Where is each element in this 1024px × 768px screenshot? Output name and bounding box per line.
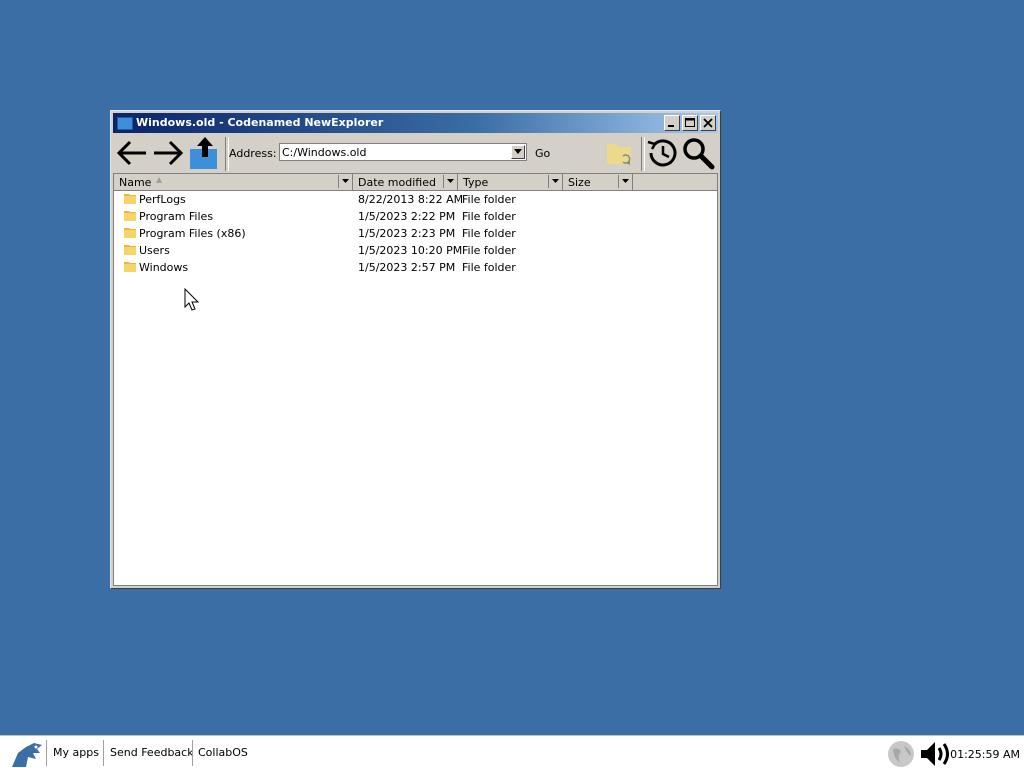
mouse-cursor-icon [184,288,200,311]
title-bar[interactable]: Windows.old - Codenamed NewExplorer [113,113,718,133]
minimize-button[interactable] [664,115,680,131]
file-date: 8/22/2013 8:22 AM [358,193,464,206]
taskbar-divider [103,740,104,766]
my-apps-button[interactable]: My apps [53,746,99,759]
search-button[interactable] [681,135,715,171]
clock: 01:25:59 AM [950,748,1020,761]
column-date-label: Date modified [358,176,436,189]
column-type[interactable]: Type [458,174,563,190]
file-name: PerfLogs [139,193,186,206]
chevron-down-icon [514,149,522,154]
address-dropdown-button[interactable] [511,145,525,159]
history-icon [647,139,677,167]
close-icon [703,118,713,128]
file-name: Program Files (x86) [139,227,246,240]
up-folder-button[interactable] [187,135,221,171]
file-name: Windows [139,261,189,274]
folder-icon [117,117,133,130]
folder-icon [124,245,136,255]
folder-icon [124,228,136,238]
toolbar: Address: Go [113,135,718,173]
column-size[interactable]: Size [563,174,633,190]
column-date-dropdown[interactable] [443,175,456,188]
file-row[interactable]: Program Files 1/5/2023 2:22 PM File fold… [114,208,534,225]
file-date: 1/5/2023 10:20 PM [358,244,463,257]
column-size-label: Size [568,176,591,189]
minimize-icon [668,125,674,127]
start-logo-icon[interactable] [6,739,44,768]
taskbar-divider [46,740,47,766]
file-row[interactable]: Users 1/5/2023 10:20 PM File folder [114,242,534,259]
address-bar[interactable] [279,143,527,161]
close-button[interactable] [700,115,716,131]
file-row[interactable]: PerfLogs 8/22/2013 8:22 AM File folder [114,191,534,208]
sort-ascending-icon: ▲ [156,175,163,184]
column-name[interactable]: Name ▲ [114,174,353,190]
globe-icon[interactable] [887,740,915,768]
file-type: File folder [462,227,516,240]
maximize-button[interactable] [682,115,698,131]
file-type: File folder [462,244,516,257]
file-type: File folder [462,210,516,223]
file-name: Users [139,244,170,257]
column-size-dropdown[interactable] [618,175,631,188]
go-button[interactable]: Go [535,147,550,160]
sync-folder-icon [607,144,631,165]
column-type-label: Type [463,176,489,189]
sync-folder-button[interactable] [602,135,636,171]
send-feedback-button[interactable]: Send Feedback [110,746,194,759]
address-label: Address: [229,147,277,160]
taskbar: My apps Send Feedback CollabOS 01:25:59 … [0,735,1024,768]
up-folder-icon [190,137,217,169]
folder-icon [124,211,136,221]
file-type: File folder [462,261,516,274]
taskbar-divider [192,740,193,766]
file-date: 1/5/2023 2:22 PM [358,210,456,223]
window-title: Windows.old - Codenamed NewExplorer [136,116,384,129]
folder-icon [124,194,136,204]
chevron-down-icon [341,179,349,183]
column-header: Name ▲ Date modified Type Size [114,174,717,191]
volume-icon[interactable] [918,739,954,768]
forward-button[interactable] [151,135,185,171]
search-icon [683,138,715,170]
column-name-label: Name [119,176,152,189]
back-arrow-icon [116,140,146,166]
file-type: File folder [462,193,516,206]
file-date: 1/5/2023 2:57 PM [358,261,456,274]
file-date: 1/5/2023 2:23 PM [358,227,456,240]
back-button[interactable] [115,135,149,171]
file-name: Program Files [139,210,214,223]
folder-icon [124,262,136,272]
collabos-button[interactable]: CollabOS [198,746,248,759]
column-name-dropdown[interactable] [338,175,351,188]
history-button[interactable] [645,135,679,171]
forward-arrow-icon [154,140,184,166]
explorer-window[interactable]: Windows.old - Codenamed NewExplorer Addr… [110,110,721,589]
file-list[interactable]: Name ▲ Date modified Type Size PerfLogs … [113,173,718,586]
chevron-down-icon [621,179,629,183]
maximize-icon [685,118,695,127]
address-input[interactable] [282,145,506,159]
file-row[interactable]: Windows 1/5/2023 2:57 PM File folder [114,259,534,276]
chevron-down-icon [446,179,454,183]
chevron-down-icon [551,179,559,183]
column-date[interactable]: Date modified [353,174,458,190]
column-type-dropdown[interactable] [548,175,561,188]
file-row[interactable]: Program Files (x86) 1/5/2023 2:23 PM Fil… [114,225,534,242]
